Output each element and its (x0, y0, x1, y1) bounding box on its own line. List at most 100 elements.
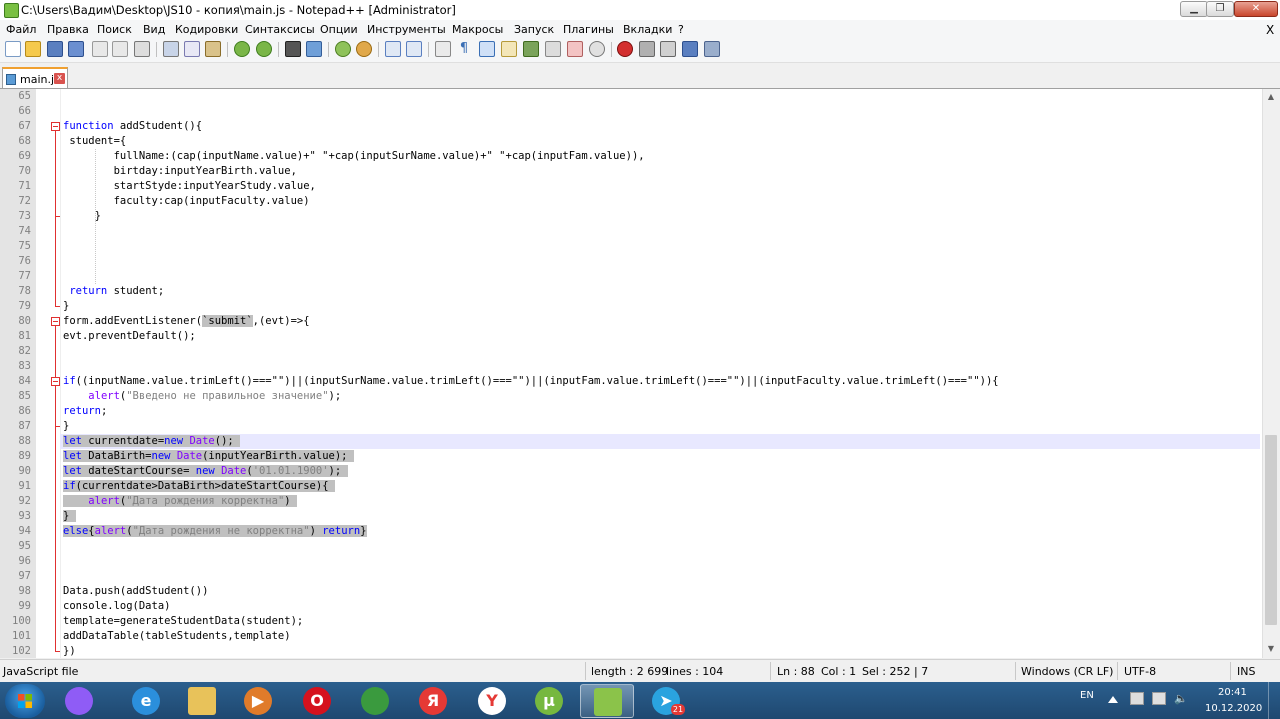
taskbar-chrome-button[interactable] (348, 684, 402, 718)
menu-tabs[interactable]: Вкладки (623, 23, 672, 36)
close-document-button[interactable]: X (1266, 23, 1274, 37)
code-line[interactable]: console.log(Data) (63, 599, 170, 614)
redo-icon[interactable] (256, 41, 272, 57)
menu-search[interactable]: Поиск (97, 23, 132, 36)
zoom-out-icon[interactable] (356, 41, 372, 57)
menu-help[interactable]: ? (678, 23, 684, 36)
menu-options[interactable]: Опции (320, 23, 358, 36)
action-center-icon[interactable] (1130, 692, 1144, 705)
run-macro-multiple-icon[interactable] (682, 41, 698, 57)
close-all-icon[interactable] (112, 41, 128, 57)
code-editor[interactable]: 65 66 67 68 69 70 71 72 73 74 75 76 77 78 79 80 81 82 83 84… (0, 89, 1262, 658)
close-file-icon[interactable] (92, 41, 108, 57)
cut-icon[interactable] (163, 41, 179, 57)
code-line[interactable]: let DataBirth=new Date(inputYearBirth.va… (63, 449, 354, 464)
fold-toggle-icon[interactable] (51, 317, 60, 326)
new-file-icon[interactable] (5, 41, 21, 57)
code-line[interactable]: startStyde:inputYearStudy.value, (63, 179, 316, 194)
menu-syntax[interactable]: Синтаксисы (245, 23, 315, 36)
tab-main-js[interactable]: main.js x (2, 67, 68, 88)
menu-edit[interactable]: Правка (47, 23, 89, 36)
code-line[interactable]: evt.preventDefault(); (63, 329, 196, 344)
code-line[interactable]: }) (63, 644, 76, 658)
minimize-button[interactable]: ▁ (1180, 1, 1208, 17)
code-line[interactable]: student={ (63, 134, 126, 149)
code-line[interactable]: addDataTable(tableStudents,template) (63, 629, 291, 644)
taskbar-yandex-button[interactable]: Я (406, 684, 460, 718)
menu-view[interactable]: Вид (143, 23, 165, 36)
show-all-chars-icon[interactable]: ¶ (456, 41, 472, 57)
menu-run[interactable]: Запуск (514, 23, 554, 36)
taskbar-alice-button[interactable] (52, 684, 106, 718)
code-line[interactable]: return student; (63, 284, 164, 299)
taskbar-notepadpp-button[interactable] (580, 684, 634, 718)
vertical-scrollbar[interactable]: ▲ ▼ (1262, 89, 1280, 658)
menu-encoding[interactable]: Кодировки (175, 23, 238, 36)
taskbar-ie-button[interactable]: e (119, 684, 173, 718)
volume-icon[interactable]: 🔈 (1174, 692, 1188, 705)
show-desktop-button[interactable] (1268, 682, 1280, 719)
code-line[interactable]: function addStudent(){ (63, 119, 202, 134)
sync-vertical-icon[interactable] (385, 41, 401, 57)
taskbar-opera-button[interactable]: O (290, 684, 344, 718)
monitoring-icon[interactable] (589, 41, 605, 57)
scrollbar-thumb[interactable] (1265, 435, 1277, 625)
code-line[interactable]: else{alert("Дата рождения не корректна")… (63, 524, 367, 539)
show-hidden-icons-icon[interactable] (1108, 693, 1118, 703)
sync-horizontal-icon[interactable] (406, 41, 422, 57)
menu-file[interactable]: Файл (6, 23, 36, 36)
code-line[interactable]: if((inputName.value.trimLeft()==="")||(i… (63, 374, 999, 389)
code-line[interactable]: if(currentdate>DataBirth>dateStartCourse… (63, 479, 335, 494)
document-map-icon[interactable] (523, 41, 539, 57)
code-line[interactable]: form.addEventListener(`submit`,(evt)=>{ (63, 314, 310, 329)
code-line[interactable]: birtday:inputYearBirth.value, (63, 164, 297, 179)
tab-close-icon[interactable]: x (54, 73, 65, 84)
save-all-icon[interactable] (68, 41, 84, 57)
code-line[interactable]: alert("Введено не правильное значение"); (63, 389, 341, 404)
zoom-in-icon[interactable] (335, 41, 351, 57)
indent-guide-icon[interactable] (479, 41, 495, 57)
menu-tools[interactable]: Инструменты (367, 23, 446, 36)
clock-date[interactable]: 10.12.2020 (1205, 703, 1262, 714)
code-line[interactable]: } (63, 419, 69, 434)
function-list-icon[interactable] (545, 41, 561, 57)
paste-icon[interactable] (205, 41, 221, 57)
code-line[interactable]: Data.push(addStudent()) (63, 584, 208, 599)
scroll-down-icon[interactable]: ▼ (1266, 644, 1276, 654)
start-button[interactable] (5, 684, 45, 718)
code-line[interactable]: faculty:cap(inputFaculty.value) (63, 194, 310, 209)
open-file-icon[interactable] (25, 41, 41, 57)
code-area[interactable]: function addStudent(){ student={ fullNam… (0, 89, 1262, 658)
network-icon[interactable] (1152, 692, 1166, 705)
undo-icon[interactable] (234, 41, 250, 57)
restore-button[interactable]: ❐ (1206, 1, 1234, 17)
taskbar-explorer-button[interactable] (175, 684, 229, 718)
word-wrap-icon[interactable] (435, 41, 451, 57)
code-line[interactable]: return; (63, 404, 107, 419)
clock-time[interactable]: 20:41 (1218, 687, 1247, 698)
code-line[interactable]: let dateStartCourse= new Date('01.01.190… (63, 464, 348, 479)
code-line[interactable]: fullName:(cap(inputName.value)+" "+cap(i… (63, 149, 645, 164)
print-icon[interactable] (134, 41, 150, 57)
record-macro-icon[interactable] (617, 41, 633, 57)
copy-icon[interactable] (184, 41, 200, 57)
taskbar-utorrent-button[interactable]: µ (522, 684, 576, 718)
menu-macros[interactable]: Макросы (452, 23, 503, 36)
find-icon[interactable] (285, 41, 301, 57)
save-macro-icon[interactable] (704, 41, 720, 57)
language-indicator[interactable]: EN (1080, 690, 1094, 701)
taskbar-yandex-browser-button[interactable]: Y (465, 684, 519, 718)
code-line[interactable]: let currentdate=new Date(); (63, 434, 241, 449)
fold-toggle-icon[interactable] (51, 377, 60, 386)
folder-workspace-icon[interactable] (567, 41, 583, 57)
taskbar-media-player-button[interactable]: ▶ (231, 684, 285, 718)
stop-macro-icon[interactable] (639, 41, 655, 57)
taskbar-telegram-button[interactable]: ➤ 21 (639, 684, 693, 718)
define-language-icon[interactable] (501, 41, 517, 57)
close-window-button[interactable]: ✕ (1234, 1, 1278, 17)
menu-plugins[interactable]: Плагины (563, 23, 614, 36)
save-icon[interactable] (47, 41, 63, 57)
code-line[interactable]: } (63, 509, 76, 524)
fold-toggle-icon[interactable] (51, 122, 60, 131)
play-macro-icon[interactable] (660, 41, 676, 57)
